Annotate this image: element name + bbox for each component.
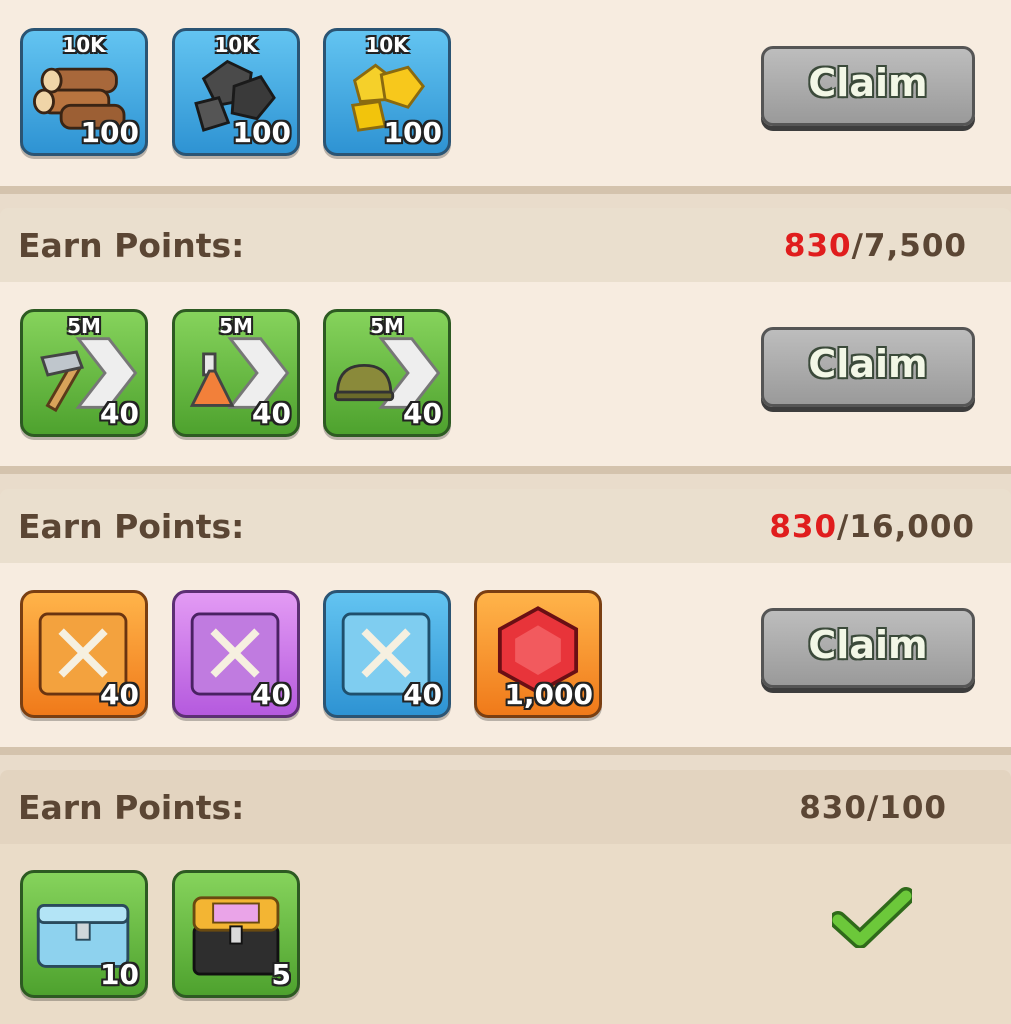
reward-tile[interactable]: 40	[323, 590, 451, 718]
reward-tile[interactable]: 10K 100	[172, 28, 300, 156]
reward-tile[interactable]: 5M 40	[172, 309, 300, 437]
reward-tag: 5M	[219, 314, 253, 338]
claim-button-label: Claim	[808, 623, 928, 667]
points-progress: 830/7,500	[784, 228, 967, 264]
row-divider	[0, 747, 1011, 755]
reward-quantity: 40	[403, 397, 442, 430]
points-current: 830	[769, 509, 838, 545]
reward-quantity: 5	[271, 958, 291, 991]
reward-quantity: 40	[100, 678, 139, 711]
reward-tag: 10K	[365, 33, 409, 57]
section-header: Earn Points: 830/7,500	[0, 208, 1011, 282]
section-header: Earn Points: 830/100	[0, 770, 1011, 844]
reward-tag: 5M	[370, 314, 404, 338]
claim-button-label: Claim	[808, 61, 928, 105]
points-goal: /100	[866, 790, 947, 826]
reward-quantity: 40	[403, 678, 442, 711]
event-rewards-list: 10K 100 10K 100 10K 100 Claim Earn Point…	[0, 0, 1011, 1024]
reward-tag: 10K	[214, 33, 258, 57]
points-goal: /7,500	[851, 228, 967, 264]
points-current: 830	[783, 228, 852, 264]
earn-points-label: Earn Points:	[18, 788, 245, 827]
points-goal: /16,000	[837, 509, 975, 545]
earn-points-label: Earn Points:	[18, 226, 245, 265]
section-header: Earn Points: 830/16,000	[0, 489, 1011, 563]
row-divider	[0, 466, 1011, 474]
reward-tag: 10K	[62, 33, 106, 57]
points-progress: 830/100	[799, 790, 947, 826]
reward-tile[interactable]: 40	[172, 590, 300, 718]
reward-quantity: 40	[252, 397, 291, 430]
earn-points-label: Earn Points:	[18, 507, 245, 546]
points-current: 830	[799, 790, 867, 826]
reward-quantity: 100	[383, 116, 442, 149]
reward-quantity: 40	[252, 678, 291, 711]
reward-quantity: 100	[80, 116, 139, 149]
reward-tile[interactable]: 5	[172, 870, 300, 998]
reward-quantity: 1,000	[504, 678, 593, 711]
reward-quantity: 10	[100, 958, 139, 991]
claim-button[interactable]: Claim	[761, 46, 975, 126]
reward-quantity: 100	[232, 116, 291, 149]
claim-button[interactable]: Claim	[761, 608, 975, 688]
row-divider	[0, 186, 1011, 194]
points-progress: 830/16,000	[769, 509, 975, 545]
reward-tile[interactable]: 10	[20, 870, 148, 998]
checkmark-icon	[832, 887, 912, 948]
claim-button-label: Claim	[808, 342, 928, 386]
reward-tile[interactable]: 1,000	[474, 590, 602, 718]
reward-tag: 5M	[67, 314, 101, 338]
reward-tile[interactable]: 10K 100	[20, 28, 148, 156]
reward-tile[interactable]: 10K 100	[323, 28, 451, 156]
claim-button[interactable]: Claim	[761, 327, 975, 407]
reward-tile[interactable]: 5M 40	[20, 309, 148, 437]
reward-quantity: 40	[100, 397, 139, 430]
reward-tile[interactable]: 40	[20, 590, 148, 718]
reward-tile[interactable]: 5M 40	[323, 309, 451, 437]
